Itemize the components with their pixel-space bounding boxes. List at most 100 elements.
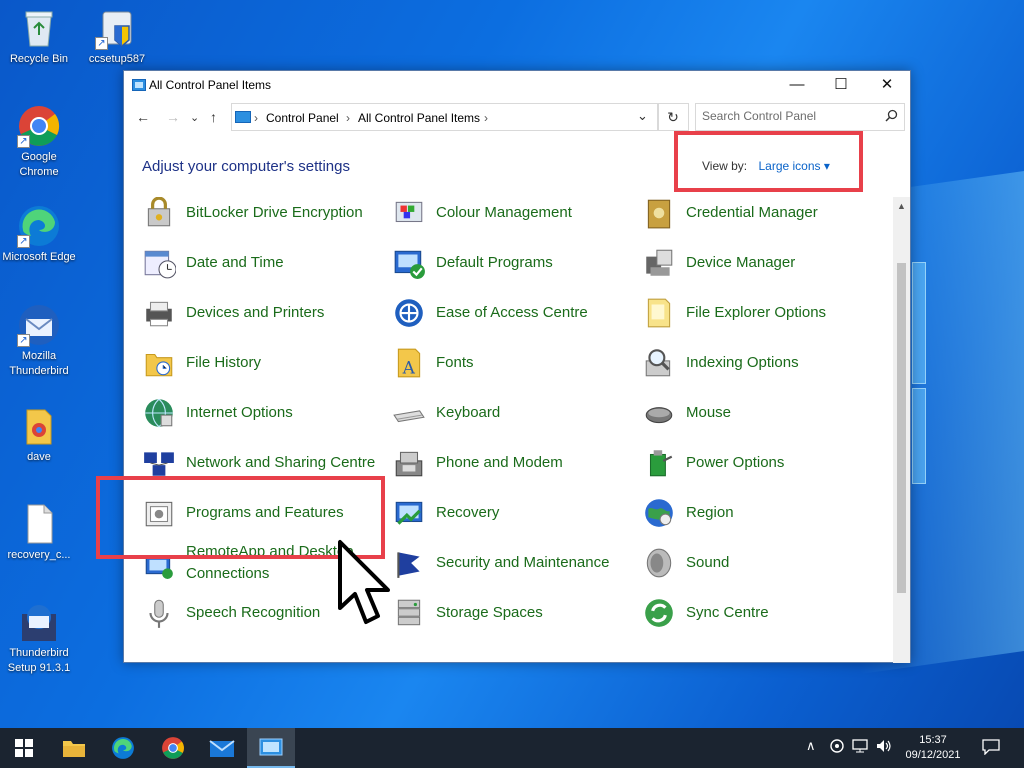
desktop-icon-label: Recycle Bin [9, 53, 69, 65]
control-panel-item[interactable]: Default Programs [392, 243, 632, 283]
desktop-icon-recycle-bin[interactable]: Recycle Bin [1, 6, 77, 67]
address-bar[interactable]: › Control Panel › All Control Panel Item… [231, 103, 659, 131]
recent-locations-button[interactable]: ⌄ [190, 111, 199, 124]
control-panel-item[interactable]: Indexing Options [642, 343, 882, 383]
control-panel-item-label: Network and Sharing Centre [186, 454, 376, 471]
control-panel-item-label: Internet Options [186, 404, 293, 421]
ease-of-access-icon [392, 296, 426, 330]
installer-icon: ↗ [95, 6, 139, 50]
control-panel-item-label: File Explorer Options [686, 304, 827, 321]
vertical-scrollbar[interactable]: ▲ [893, 197, 910, 663]
credential-manager-icon [642, 197, 676, 230]
control-panel-item[interactable]: A Fonts [392, 343, 632, 383]
desktop-icon-thunderbird[interactable]: ↗ Mozilla Thunderbird [1, 303, 77, 379]
control-panel-item-label: Sync Centre [686, 604, 769, 621]
network-icon[interactable] [852, 739, 868, 756]
control-panel-item[interactable]: Sound [642, 543, 882, 583]
control-panel-icon [132, 79, 146, 91]
folder-icon [17, 404, 61, 448]
title-bar[interactable]: All Control Panel Items — ☐ ✕ [124, 71, 910, 99]
system-clock[interactable]: 15:37 09/12/2021 [898, 733, 968, 763]
control-panel-icon [259, 738, 283, 756]
control-panel-item[interactable]: Internet Options [142, 393, 382, 433]
control-panel-item[interactable]: Security and Maintenance [392, 543, 632, 583]
back-button[interactable]: ← [136, 109, 150, 125]
control-panel-item[interactable]: File History [142, 343, 382, 383]
devices-printers-icon [142, 296, 176, 330]
control-panel-item[interactable]: Devices and Printers [142, 293, 382, 333]
mail-icon [209, 740, 235, 757]
breadcrumb-all-items[interactable]: All Control Panel Items [358, 111, 480, 125]
sync-centre-icon [642, 596, 676, 630]
control-panel-item[interactable]: Credential Manager [642, 197, 882, 233]
address-row: ← → ⌄ ↑ › Control Panel › All Control Pa… [124, 103, 910, 133]
search-box[interactable] [695, 103, 905, 131]
control-panel-item[interactable]: File Explorer Options [642, 293, 882, 333]
forward-button[interactable]: → [166, 109, 180, 125]
taskbar-chrome[interactable] [149, 728, 197, 768]
windows-logo-pane [912, 262, 926, 384]
control-panel-item[interactable]: Mouse [642, 393, 882, 433]
refresh-button[interactable]: ↻ [657, 103, 689, 131]
control-panel-item-label: Phone and Modem [436, 454, 563, 471]
desktop-icon-label: dave [27, 451, 51, 463]
minimize-button[interactable]: — [774, 71, 820, 99]
file-explorer-icon [63, 741, 85, 757]
mouse-icon [642, 396, 676, 430]
address-dropdown-icon[interactable]: ⌄ [637, 108, 648, 124]
close-button[interactable]: ✕ [864, 71, 910, 99]
control-panel-item[interactable]: Sync Centre [642, 593, 882, 633]
start-button[interactable] [0, 728, 48, 768]
notifications-icon[interactable] [982, 739, 1000, 758]
windows-logo-icon [15, 739, 33, 757]
recycle-bin-icon [17, 6, 61, 50]
edge-icon: ↗ [17, 204, 61, 248]
power-options-icon [642, 446, 676, 480]
control-panel-item-label: File History [186, 354, 262, 371]
chrome-icon [162, 737, 184, 759]
desktop-icon-ccsetup[interactable]: ↗ ccsetup587 [79, 6, 155, 67]
page-heading: Adjust your computer's settings [142, 158, 350, 175]
maximize-button[interactable]: ☐ [818, 71, 864, 99]
chrome-icon: ↗ [17, 104, 61, 148]
taskbar-mail[interactable] [198, 728, 246, 768]
control-panel-item[interactable]: Device Manager [642, 243, 882, 283]
taskbar-file-explorer[interactable] [50, 728, 98, 768]
windows-logo-pane [912, 388, 926, 484]
control-panel-item-label: Keyboard [436, 404, 501, 421]
taskbar-control-panel[interactable] [247, 728, 295, 768]
taskbar: ∧ 15:37 09/12/2021 [0, 728, 1024, 768]
up-button[interactable]: ↑ [210, 109, 217, 125]
control-panel-item[interactable]: Colour Management [392, 197, 632, 233]
control-panel-item-label: Default Programs [436, 254, 553, 271]
control-panel-item[interactable]: Phone and Modem [392, 443, 632, 483]
shortcut-arrow-icon: ↗ [95, 37, 108, 50]
control-panel-item[interactable]: Ease of Access Centre [392, 293, 632, 333]
control-panel-item[interactable]: Recovery [392, 493, 632, 533]
control-panel-item[interactable]: Region [642, 493, 882, 533]
document-icon [17, 502, 61, 546]
desktop-icon-recovery-file[interactable]: recovery_c... [1, 502, 77, 563]
scroll-up-arrow[interactable]: ▲ [893, 201, 910, 211]
tray-chevron[interactable]: ∧ [806, 738, 816, 754]
control-panel-item[interactable]: Date and Time [142, 243, 382, 283]
search-input[interactable] [702, 109, 872, 123]
breadcrumb-separator: › [484, 111, 488, 125]
control-panel-item[interactable]: Storage Spaces [392, 593, 632, 633]
volume-icon[interactable] [876, 739, 892, 756]
scrollbar-thumb[interactable] [897, 263, 906, 593]
device-manager-icon [642, 246, 676, 280]
search-icon[interactable] [885, 109, 898, 125]
desktop-icon-edge[interactable]: ↗ Microsoft Edge [1, 204, 77, 265]
desktop-icon-thunderbird-setup[interactable]: Thunderbird Setup 91.3.1 [1, 600, 77, 676]
control-panel-item[interactable]: Keyboard [392, 393, 632, 433]
control-panel-item-label: Region [686, 504, 734, 521]
taskbar-edge[interactable] [99, 728, 147, 768]
control-panel-item[interactable]: BitLocker Drive Encryption [142, 197, 382, 233]
desktop-icon-chrome[interactable]: ↗ Google Chrome [1, 104, 77, 180]
file-explorer-options-icon [642, 296, 676, 330]
control-panel-item[interactable]: Power Options [642, 443, 882, 483]
desktop-icon-dave[interactable]: dave [1, 404, 77, 465]
breadcrumb-control-panel[interactable]: Control Panel [266, 111, 339, 125]
meet-now-icon[interactable] [830, 739, 844, 756]
